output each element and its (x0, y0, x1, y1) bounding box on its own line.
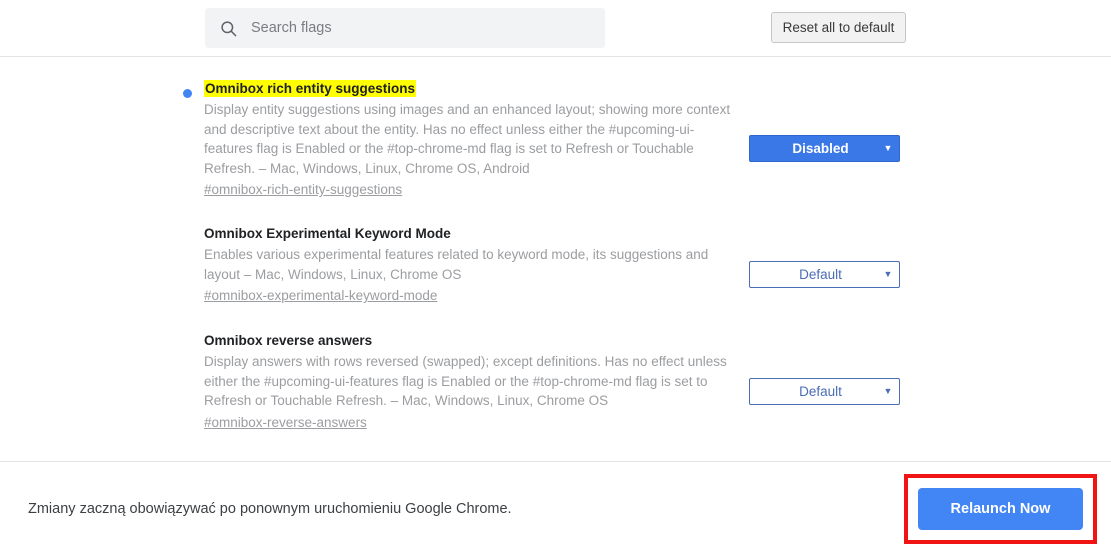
flags-list: Omnibox rich entity suggestions Display … (0, 58, 1111, 461)
flag-title: Omnibox rich entity suggestions (204, 80, 417, 97)
flag-title: Omnibox Experimental Keyword Mode (204, 226, 451, 241)
flag-state-select[interactable]: Default ▼ (749, 378, 900, 405)
flag-state-select[interactable]: Default ▼ (749, 261, 900, 288)
search-flags-box[interactable] (205, 8, 605, 48)
flag-description: Display entity suggestions using images … (204, 102, 731, 176)
flag-details: Omnibox rich entity suggestions Display … (204, 80, 740, 200)
flag-permalink[interactable]: #omnibox-experimental-keyword-mode (204, 286, 437, 306)
flag-permalink[interactable]: #omnibox-rich-entity-suggestions (204, 180, 402, 200)
flag-state-value: Disabled (792, 141, 849, 156)
flag-description: Enables various experimental features re… (204, 247, 709, 282)
flag-state-value: Default (799, 267, 842, 282)
reset-all-to-default-button[interactable]: Reset all to default (771, 12, 906, 43)
chevron-down-icon: ▼ (883, 143, 893, 153)
flag-modified-dot (183, 89, 192, 98)
flags-header: Reset all to default (0, 0, 1111, 57)
flag-details: Omnibox reverse answers Display answers … (204, 332, 740, 432)
search-input[interactable] (251, 20, 591, 36)
relaunch-note: Zmiany zaczną obowiązywać po ponownym ur… (28, 501, 512, 517)
search-icon (221, 20, 237, 36)
chevron-down-icon: ▼ (883, 269, 893, 279)
flag-details: Omnibox Experimental Keyword Mode Enable… (204, 225, 740, 306)
flag-description: Display answers with rows reversed (swap… (204, 354, 727, 408)
flag-title: Omnibox reverse answers (204, 333, 373, 348)
relaunch-now-button[interactable]: Relaunch Now (918, 488, 1083, 530)
chevron-down-icon: ▼ (883, 386, 893, 396)
flag-state-select[interactable]: Disabled ▼ (749, 135, 900, 162)
flag-permalink[interactable]: #omnibox-reverse-answers (204, 413, 367, 433)
flag-state-value: Default (799, 384, 842, 399)
